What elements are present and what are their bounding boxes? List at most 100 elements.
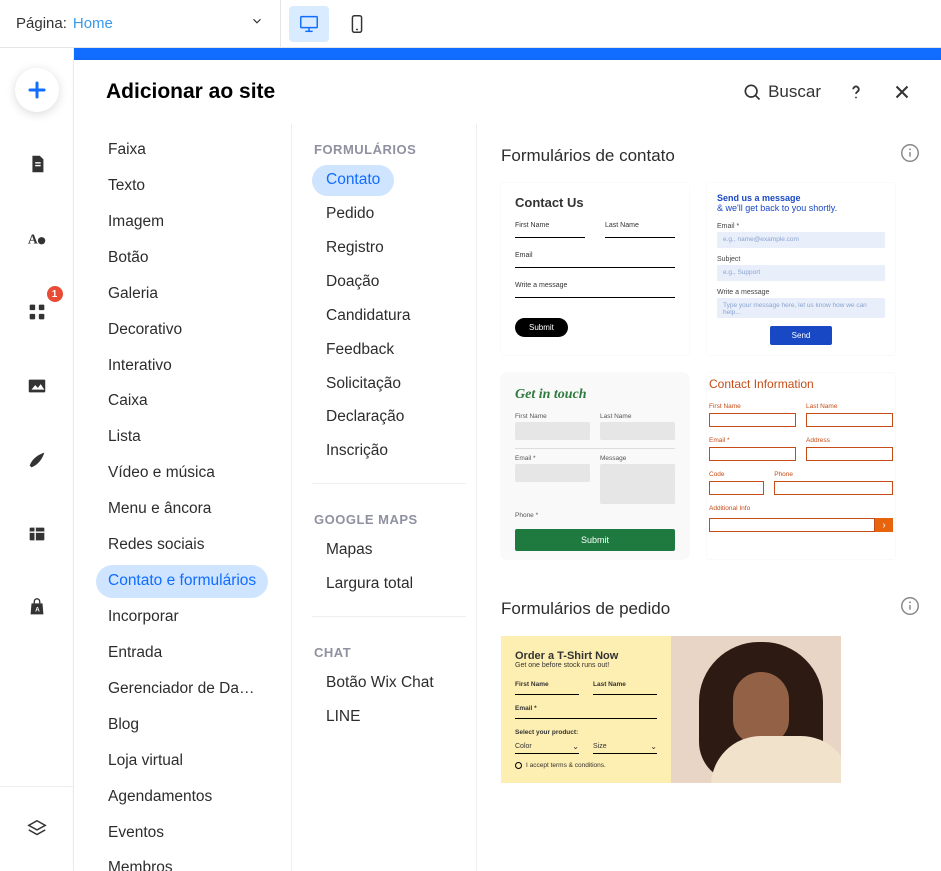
subcategory-item[interactable]: Solicitação <box>312 369 415 400</box>
category-item[interactable]: Agendamentos <box>96 781 224 814</box>
subcategory-item[interactable]: Botão Wix Chat <box>312 668 448 699</box>
subcategory-group-title: CHAT <box>312 637 470 668</box>
field-label: Email * <box>709 437 796 444</box>
editor-blue-strip <box>74 48 941 60</box>
form-template-contact-information[interactable]: Contact Information First Name Last Name… <box>707 373 895 559</box>
field-label: Last Name <box>593 681 657 688</box>
category-item[interactable]: Redes sociais <box>96 529 217 562</box>
category-item[interactable]: Membros <box>96 852 185 871</box>
subcategory-item[interactable]: Inscrição <box>312 436 402 467</box>
category-item[interactable]: Menu e âncora <box>96 493 223 526</box>
subcategory-item[interactable]: Pedido <box>312 199 388 230</box>
field-label: First Name <box>515 413 590 420</box>
arrow-icon: › <box>875 518 893 532</box>
info-icon[interactable] <box>899 595 921 622</box>
page-selector[interactable]: Página: Home <box>0 14 280 33</box>
section-header-contact: Formulários de contato <box>501 142 921 169</box>
close-button[interactable] <box>891 81 913 103</box>
subcategory-item[interactable]: Feedback <box>312 335 408 366</box>
form-template-get-in-touch[interactable]: Get in touch First Name Last Name Email … <box>501 373 689 559</box>
card-line2: & we'll get back to you shortly. <box>717 203 885 213</box>
field-placeholder: e.g., name@example.com <box>717 232 885 248</box>
media-button[interactable] <box>15 364 59 408</box>
category-item[interactable]: Lista <box>96 421 153 454</box>
category-item[interactable]: Galeria <box>96 278 170 311</box>
field-label: Write a message <box>515 282 675 289</box>
pages-button[interactable] <box>15 142 59 186</box>
form-template-order-tshirt[interactable]: Order a T-Shirt Now Get one before stock… <box>501 636 841 783</box>
info-icon[interactable] <box>899 142 921 169</box>
category-item[interactable]: Contato e formulários <box>96 565 268 598</box>
subcategory-group-title: GOOGLE MAPS <box>312 504 470 535</box>
field-label: Email * <box>515 455 590 462</box>
layers-button[interactable] <box>15 807 59 851</box>
category-item[interactable]: Vídeo e música <box>96 457 227 490</box>
device-mobile-button[interactable] <box>337 6 377 42</box>
field-label: First Name <box>709 403 796 410</box>
field-label: Phone * <box>515 512 592 519</box>
preview-column[interactable]: Formulários de contato Contact Us First … <box>477 124 941 871</box>
panel-actions: Buscar <box>742 81 913 103</box>
field-label: Email * <box>515 705 657 712</box>
divider <box>312 483 466 484</box>
section-header-order: Formulários de pedido <box>501 595 921 622</box>
field-label: Code <box>709 471 764 478</box>
subcategory-item[interactable]: Largura total <box>312 569 427 600</box>
card-line1: Send us a message <box>717 193 885 203</box>
subcategory-item[interactable]: Doação <box>312 267 393 298</box>
field-label: Last Name <box>806 403 893 410</box>
select-label: Color <box>515 743 532 750</box>
order-preview-grid: Order a T-Shirt Now Get one before stock… <box>501 636 921 783</box>
category-item[interactable]: Decorativo <box>96 314 194 347</box>
apps-button[interactable]: 1 <box>15 290 59 334</box>
subcategory-item[interactable]: Declaração <box>312 402 418 433</box>
subcategory-item[interactable]: Contato <box>312 165 394 196</box>
design-button[interactable]: A <box>15 216 59 260</box>
terms-label: I accept terms & conditions. <box>526 762 606 769</box>
field-label: Last Name <box>600 413 675 420</box>
category-item[interactable]: Loja virtual <box>96 745 195 778</box>
category-item[interactable]: Faixa <box>96 134 158 167</box>
divider <box>312 616 466 617</box>
field-label: Email <box>515 252 675 259</box>
subcategory-item[interactable]: Candidatura <box>312 301 424 332</box>
card-title: Order a T-Shirt Now <box>515 650 657 662</box>
form-template-send-message[interactable]: Send us a message & we'll get back to yo… <box>707 183 895 355</box>
category-item[interactable]: Incorporar <box>96 601 191 634</box>
contact-preview-grid: Contact Us First Name Last Name Email Wr… <box>501 183 921 559</box>
field-label: Message <box>600 455 675 462</box>
content-manager-button[interactable] <box>15 512 59 556</box>
page-current: Home <box>73 15 113 32</box>
category-item[interactable]: Texto <box>96 170 157 203</box>
category-item[interactable]: Eventos <box>96 817 176 850</box>
card-title: Contact Us <box>515 195 675 210</box>
add-panel: Adicionar ao site Buscar FaixaTextoImage… <box>74 60 941 871</box>
subcategory-item[interactable]: Mapas <box>312 535 387 566</box>
subcategory-column: FORMULÁRIOSContatoPedidoRegistroDoaçãoCa… <box>292 124 477 871</box>
chevron-down-icon <box>250 14 264 33</box>
svg-text:A: A <box>35 607 40 614</box>
template-image <box>671 636 841 783</box>
svg-text:A: A <box>27 232 37 247</box>
device-desktop-button[interactable] <box>289 6 329 42</box>
category-item[interactable]: Entrada <box>96 637 174 670</box>
store-button[interactable]: A <box>15 586 59 630</box>
category-item[interactable]: Botão <box>96 242 161 275</box>
subcategory-item[interactable]: LINE <box>312 702 374 733</box>
select-label: Size <box>593 743 607 750</box>
add-elements-button[interactable] <box>15 68 59 112</box>
category-item[interactable]: Gerenciador de Da… <box>96 673 266 706</box>
subcategory-item[interactable]: Registro <box>312 233 398 264</box>
help-button[interactable] <box>845 81 867 103</box>
field-label: Select your product: <box>515 729 657 736</box>
category-item[interactable]: Interativo <box>96 350 184 383</box>
category-item[interactable]: Imagem <box>96 206 176 239</box>
card-subtitle: Get one before stock runs out! <box>515 662 657 669</box>
category-item[interactable]: Blog <box>96 709 151 742</box>
search-button[interactable]: Buscar <box>742 82 821 102</box>
blog-button[interactable] <box>15 438 59 482</box>
section-title: Formulários de pedido <box>501 599 670 619</box>
field-label: Last Name <box>605 222 675 229</box>
form-template-contact-us[interactable]: Contact Us First Name Last Name Email Wr… <box>501 183 689 355</box>
category-item[interactable]: Caixa <box>96 385 160 418</box>
